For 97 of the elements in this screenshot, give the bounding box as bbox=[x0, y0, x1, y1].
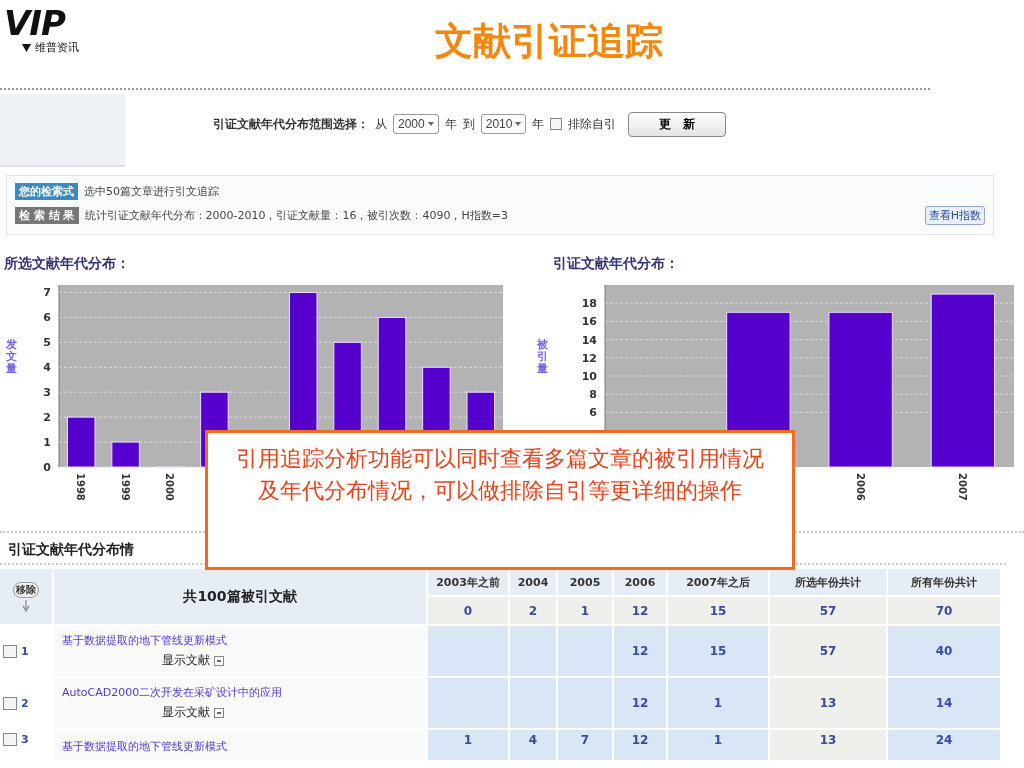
table-cell bbox=[510, 678, 556, 728]
table-cell bbox=[558, 678, 612, 728]
tick-label: 14 bbox=[581, 333, 597, 347]
show-link[interactable]: 显示文献 bbox=[162, 652, 210, 669]
logo-name: 维普资讯 bbox=[35, 40, 79, 55]
row-number: 1 bbox=[21, 644, 29, 658]
column-header: 共100篇被引文献 bbox=[54, 569, 426, 624]
axis-label: 发文量 bbox=[6, 339, 17, 376]
tick-label: 2006 bbox=[854, 473, 866, 501]
table-cell: 1 bbox=[428, 730, 508, 760]
year-label: 年 bbox=[444, 115, 457, 133]
callout-note: 引用追踪分析功能可以同时查看多篇文章的被引用情况及年代分布情况，可以做排除自引等更详细的操作 bbox=[205, 430, 795, 570]
table-cell: 13 bbox=[770, 678, 886, 728]
table-cell: 12 bbox=[614, 678, 666, 728]
tick-label: 6 bbox=[43, 311, 51, 325]
table-cell bbox=[558, 626, 612, 676]
article-link[interactable]: 基于数据提取的地下管线更新模式 bbox=[62, 633, 227, 648]
row-number: 2 bbox=[21, 696, 29, 710]
dropdown-arrow-icon bbox=[515, 122, 522, 126]
column-header: 2006 bbox=[614, 569, 666, 595]
show-link[interactable]: 显示文献 bbox=[162, 704, 210, 721]
tick-label: 18 bbox=[581, 297, 597, 311]
table-cell: 7 bbox=[558, 730, 612, 760]
tick-label: 7 bbox=[43, 286, 51, 300]
table-cell bbox=[510, 626, 556, 676]
chart-title: 引证文献年代分布： bbox=[552, 255, 680, 273]
tick-label: 4 bbox=[43, 361, 51, 375]
year-label: 年 bbox=[532, 115, 545, 133]
checkbox[interactable] bbox=[3, 696, 17, 710]
total-cell: 15 bbox=[668, 597, 768, 624]
table-cell: 24 bbox=[888, 730, 1000, 760]
table-cell: 57 bbox=[770, 626, 886, 676]
result-text: 统计引证文献年代分布：2000-2010，引证文献量：16，被引次数：4090，H指数=3 bbox=[84, 208, 508, 223]
dropdown-arrow-icon bbox=[427, 122, 434, 126]
down-arrow-icon bbox=[22, 599, 30, 612]
expand-icon[interactable] bbox=[214, 655, 224, 666]
article-link[interactable]: 基于数据提取的地下管线更新模式 bbox=[62, 739, 227, 754]
tick-label: 16 bbox=[581, 315, 597, 329]
logo-mark: VIP bbox=[4, 6, 65, 40]
to-label: 到 bbox=[462, 115, 475, 133]
total-cell: 12 bbox=[614, 597, 666, 624]
total-cell: 2 bbox=[510, 597, 556, 624]
tick-label: 1998 bbox=[75, 473, 87, 501]
table-cell: 12 bbox=[614, 730, 666, 760]
checkbox-label: 排除自引 bbox=[568, 115, 617, 133]
year-dropdown[interactable]: 2010 bbox=[480, 114, 527, 134]
checkbox[interactable] bbox=[3, 733, 17, 746]
column-header: 所选年份共计 bbox=[770, 569, 886, 595]
checkbox[interactable] bbox=[3, 644, 17, 658]
table-cell: 1 bbox=[668, 730, 768, 760]
table-cell: 14 bbox=[888, 678, 1000, 728]
expand-icon[interactable] bbox=[214, 707, 224, 718]
from-label: 从 bbox=[375, 115, 387, 133]
triangle-icon bbox=[22, 43, 31, 52]
tick-label: 1999 bbox=[119, 473, 131, 501]
article-link[interactable]: AutoCAD2000二次开发在采矿设计中的应用 bbox=[62, 685, 283, 700]
chart-title: 所选文献年代分布： bbox=[3, 255, 131, 273]
tick-label: 2 bbox=[43, 411, 51, 425]
table-cell: 4 bbox=[510, 730, 556, 760]
query-badge: 您的检索式 bbox=[15, 183, 78, 200]
column-header: 2003年之前 bbox=[428, 569, 508, 595]
checkbox[interactable] bbox=[550, 118, 563, 130]
column-header: 所有年份共计 bbox=[888, 569, 1000, 595]
query-text: 选中50篇文章进行引文追踪 bbox=[84, 184, 219, 199]
tick-label: 1 bbox=[43, 436, 51, 450]
slide-title: 文献引证追踪 bbox=[434, 18, 664, 65]
tick-label: 3 bbox=[43, 386, 51, 400]
tick-label: 10 bbox=[581, 370, 597, 383]
tick-label: 2007 bbox=[956, 473, 968, 501]
tick-label: 12 bbox=[581, 351, 597, 365]
tick-label: 8 bbox=[589, 388, 597, 402]
axis-label: 被引量 bbox=[537, 339, 548, 376]
column-header: 2007年之后 bbox=[668, 569, 768, 595]
total-cell: 70 bbox=[888, 597, 1000, 624]
column-header: 2005 bbox=[558, 569, 612, 595]
table-cell: 1 bbox=[668, 678, 768, 728]
table-cell: 12 bbox=[614, 626, 666, 676]
tick-label: 0 bbox=[43, 461, 51, 474]
table-cell: 15 bbox=[668, 626, 768, 676]
year-dropdown[interactable]: 2000 bbox=[393, 114, 439, 134]
bar bbox=[111, 441, 140, 468]
remove-button[interactable]: 移除 bbox=[13, 581, 39, 598]
column-header: 2004 bbox=[510, 569, 556, 595]
result-badge: 检 索 结 果 bbox=[15, 207, 79, 224]
bar bbox=[66, 416, 96, 468]
total-cell: 57 bbox=[770, 597, 886, 624]
total-cell: 0 bbox=[428, 597, 508, 624]
update-button[interactable]: 更 新 bbox=[628, 111, 727, 137]
row-number: 3 bbox=[21, 733, 29, 746]
range-label: 引证文献年代分布范围选择： bbox=[213, 115, 369, 133]
total-cell: 1 bbox=[558, 597, 612, 624]
table-cell: 40 bbox=[888, 626, 1000, 676]
tick-label: 2000 bbox=[164, 473, 175, 501]
tick-label: 5 bbox=[43, 336, 51, 350]
h-index-button[interactable]: 查看H指数 bbox=[924, 206, 985, 225]
tick-label: 6 bbox=[589, 406, 597, 420]
table-cell: 13 bbox=[770, 730, 886, 760]
